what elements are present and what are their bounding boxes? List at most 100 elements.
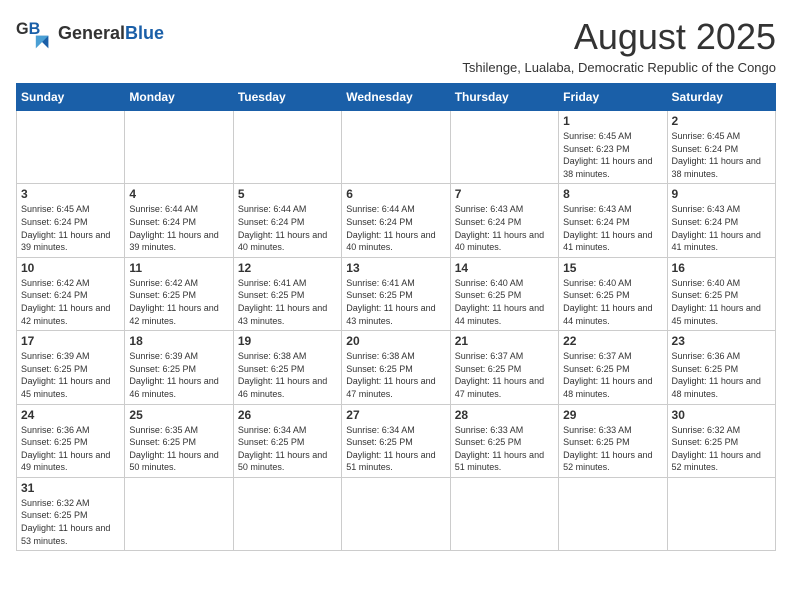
calendar-header-tuesday: Tuesday — [233, 84, 341, 111]
day-number: 12 — [238, 261, 337, 275]
location-subtitle: Tshilenge, Lualaba, Democratic Republic … — [462, 60, 776, 75]
calendar-week-row: 17 Sunrise: 6:39 AM Sunset: 6:25 PM Dayli… — [17, 331, 776, 404]
calendar-day-cell: 5 Sunrise: 6:44 AM Sunset: 6:24 PM Daylig… — [233, 184, 341, 257]
calendar-day-cell: 28 Sunrise: 6:33 AM Sunset: 6:25 PM Dayli… — [450, 404, 558, 477]
calendar-day-cell: 18 Sunrise: 6:39 AM Sunset: 6:25 PM Dayli… — [125, 331, 233, 404]
calendar-day-cell — [559, 477, 667, 550]
calendar-day-cell: 1 Sunrise: 6:45 AM Sunset: 6:23 PM Daylig… — [559, 111, 667, 184]
title-block: August 2025 Tshilenge, Lualaba, Democrat… — [462, 16, 776, 75]
day-number: 10 — [21, 261, 120, 275]
calendar-week-row: 31 Sunrise: 6:32 AM Sunset: 6:25 PM Dayli… — [17, 477, 776, 550]
calendar-day-cell: 7 Sunrise: 6:43 AM Sunset: 6:24 PM Daylig… — [450, 184, 558, 257]
day-number: 3 — [21, 187, 120, 201]
day-info: Sunrise: 6:44 AM Sunset: 6:24 PM Dayligh… — [238, 203, 337, 253]
day-number: 7 — [455, 187, 554, 201]
day-info: Sunrise: 6:37 AM Sunset: 6:25 PM Dayligh… — [455, 350, 554, 400]
logo: G B GeneralBlue — [16, 16, 164, 52]
calendar-day-cell: 22 Sunrise: 6:37 AM Sunset: 6:25 PM Dayli… — [559, 331, 667, 404]
calendar-day-cell: 2 Sunrise: 6:45 AM Sunset: 6:24 PM Daylig… — [667, 111, 775, 184]
month-title: August 2025 — [462, 16, 776, 58]
calendar-day-cell: 19 Sunrise: 6:38 AM Sunset: 6:25 PM Dayli… — [233, 331, 341, 404]
day-info: Sunrise: 6:39 AM Sunset: 6:25 PM Dayligh… — [21, 350, 120, 400]
day-number: 24 — [21, 408, 120, 422]
day-info: Sunrise: 6:43 AM Sunset: 6:24 PM Dayligh… — [563, 203, 662, 253]
calendar-day-cell: 12Sunrise: 6:41 AM Sunset: 6:25 PM Dayli… — [233, 257, 341, 330]
calendar-day-cell: 8Sunrise: 6:43 AM Sunset: 6:24 PM Daylig… — [559, 184, 667, 257]
calendar-day-cell — [450, 477, 558, 550]
calendar-day-cell: 14Sunrise: 6:40 AM Sunset: 6:25 PM Dayli… — [450, 257, 558, 330]
day-number: 4 — [129, 187, 228, 201]
calendar-week-row: 24 Sunrise: 6:36 AM Sunset: 6:25 PM Dayli… — [17, 404, 776, 477]
logo-icon: G B — [16, 16, 52, 52]
calendar-day-cell: 6Sunrise: 6:44 AM Sunset: 6:24 PM Daylig… — [342, 184, 450, 257]
day-number: 21 — [455, 334, 554, 348]
day-number: 2 — [672, 114, 771, 128]
day-info: Sunrise: 6:34 AM Sunset: 6:25 PM Dayligh… — [238, 424, 337, 474]
day-info: Sunrise: 6:36 AM Sunset: 6:25 PM Dayligh… — [21, 424, 120, 474]
calendar-day-cell: 13 Sunrise: 6:41 AM Sunset: 6:25 PM Dayli… — [342, 257, 450, 330]
calendar-week-row: 10Sunrise: 6:42 AM Sunset: 6:24 PM Dayli… — [17, 257, 776, 330]
day-number: 25 — [129, 408, 228, 422]
svg-text:B: B — [29, 20, 41, 38]
day-number: 19 — [238, 334, 337, 348]
day-info: Sunrise: 6:38 AM Sunset: 6:25 PM Dayligh… — [238, 350, 337, 400]
calendar-day-cell — [450, 111, 558, 184]
calendar-day-cell — [342, 477, 450, 550]
calendar-day-cell: 16 Sunrise: 6:40 AM Sunset: 6:25 PM Dayli… — [667, 257, 775, 330]
calendar-week-row: 1 Sunrise: 6:45 AM Sunset: 6:23 PM Daylig… — [17, 111, 776, 184]
day-info: Sunrise: 6:41 AM Sunset: 6:25 PM Dayligh… — [346, 277, 445, 327]
calendar-day-cell — [667, 477, 775, 550]
day-info: Sunrise: 6:45 AM Sunset: 6:23 PM Dayligh… — [563, 130, 662, 180]
day-number: 27 — [346, 408, 445, 422]
day-number: 22 — [563, 334, 662, 348]
logo-text: GeneralBlue — [58, 24, 164, 44]
calendar-day-cell: 4 Sunrise: 6:44 AM Sunset: 6:24 PM Daylig… — [125, 184, 233, 257]
day-info: Sunrise: 6:43 AM Sunset: 6:24 PM Dayligh… — [455, 203, 554, 253]
calendar-day-cell: 11Sunrise: 6:42 AM Sunset: 6:25 PM Dayli… — [125, 257, 233, 330]
day-info: Sunrise: 6:44 AM Sunset: 6:24 PM Dayligh… — [129, 203, 228, 253]
day-info: Sunrise: 6:40 AM Sunset: 6:25 PM Dayligh… — [672, 277, 771, 327]
calendar-header-thursday: Thursday — [450, 84, 558, 111]
day-number: 15 — [563, 261, 662, 275]
day-number: 16 — [672, 261, 771, 275]
calendar-day-cell — [233, 477, 341, 550]
calendar-day-cell — [342, 111, 450, 184]
day-number: 31 — [21, 481, 120, 495]
day-info: Sunrise: 6:42 AM Sunset: 6:25 PM Dayligh… — [129, 277, 228, 327]
calendar-day-cell: 15Sunrise: 6:40 AM Sunset: 6:25 PM Dayli… — [559, 257, 667, 330]
day-number: 5 — [238, 187, 337, 201]
day-number: 13 — [346, 261, 445, 275]
calendar-header-sunday: Sunday — [17, 84, 125, 111]
calendar-day-cell: 30Sunrise: 6:32 AM Sunset: 6:25 PM Dayli… — [667, 404, 775, 477]
day-number: 28 — [455, 408, 554, 422]
day-info: Sunrise: 6:37 AM Sunset: 6:25 PM Dayligh… — [563, 350, 662, 400]
day-info: Sunrise: 6:32 AM Sunset: 6:25 PM Dayligh… — [21, 497, 120, 547]
day-number: 9 — [672, 187, 771, 201]
calendar-day-cell: 31 Sunrise: 6:32 AM Sunset: 6:25 PM Dayli… — [17, 477, 125, 550]
day-number: 23 — [672, 334, 771, 348]
day-info: Sunrise: 6:33 AM Sunset: 6:25 PM Dayligh… — [455, 424, 554, 474]
day-number: 29 — [563, 408, 662, 422]
calendar-day-cell: 26 Sunrise: 6:34 AM Sunset: 6:25 PM Dayli… — [233, 404, 341, 477]
calendar-header-monday: Monday — [125, 84, 233, 111]
day-info: Sunrise: 6:36 AM Sunset: 6:25 PM Dayligh… — [672, 350, 771, 400]
day-number: 1 — [563, 114, 662, 128]
calendar-day-cell — [125, 477, 233, 550]
day-info: Sunrise: 6:38 AM Sunset: 6:25 PM Dayligh… — [346, 350, 445, 400]
day-info: Sunrise: 6:44 AM Sunset: 6:24 PM Dayligh… — [346, 203, 445, 253]
calendar-day-cell — [233, 111, 341, 184]
calendar-week-row: 3Sunrise: 6:45 AM Sunset: 6:24 PM Daylig… — [17, 184, 776, 257]
calendar-day-cell: 27 Sunrise: 6:34 AM Sunset: 6:25 PM Dayli… — [342, 404, 450, 477]
day-number: 14 — [455, 261, 554, 275]
day-info: Sunrise: 6:33 AM Sunset: 6:25 PM Dayligh… — [563, 424, 662, 474]
day-number: 17 — [21, 334, 120, 348]
day-info: Sunrise: 6:43 AM Sunset: 6:24 PM Dayligh… — [672, 203, 771, 253]
day-number: 20 — [346, 334, 445, 348]
day-info: Sunrise: 6:34 AM Sunset: 6:25 PM Dayligh… — [346, 424, 445, 474]
calendar-day-cell: 24 Sunrise: 6:36 AM Sunset: 6:25 PM Dayli… — [17, 404, 125, 477]
day-info: Sunrise: 6:39 AM Sunset: 6:25 PM Dayligh… — [129, 350, 228, 400]
day-number: 30 — [672, 408, 771, 422]
day-number: 18 — [129, 334, 228, 348]
day-info: Sunrise: 6:45 AM Sunset: 6:24 PM Dayligh… — [672, 130, 771, 180]
day-number: 26 — [238, 408, 337, 422]
